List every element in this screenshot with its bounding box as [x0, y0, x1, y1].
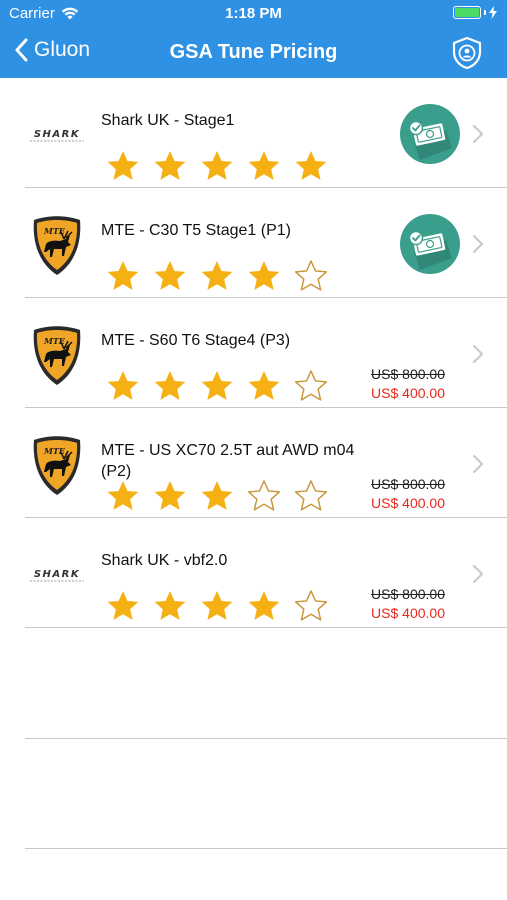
mte-moose-logo: MTE: [33, 326, 81, 385]
price-block: US$ 800.00 US$ 400.00: [371, 365, 445, 403]
star-filled-icon: [107, 480, 139, 510]
brand-logo: SHARK: [25, 544, 89, 608]
original-price: US$ 800.00: [371, 586, 445, 602]
price-block: US$ 800.00 US$ 400.00: [371, 475, 445, 513]
star-outline-icon: [294, 370, 328, 401]
star-filled-icon: [154, 370, 186, 400]
back-label: Gluon: [34, 38, 91, 61]
chevron-right-icon: [473, 565, 483, 583]
tune-title: Shark UK - Stage1: [101, 112, 235, 129]
tune-list: SHARK Shark UK - Stage1 MTE MTE - C30 T5…: [0, 78, 507, 628]
shark-logo: SHARK: [30, 129, 84, 142]
star-filled-icon: [248, 150, 280, 180]
chevron-right-icon: [473, 455, 483, 473]
discounted-price: US$ 400.00: [371, 385, 445, 401]
brand-logo: MTE: [25, 434, 89, 498]
discounted-price: US$ 400.00: [371, 495, 445, 511]
paid-icon: [400, 104, 460, 164]
tune-row[interactable]: MTE MTE - S60 T6 Stage4 (P3) US$ 800.00 U…: [0, 298, 507, 408]
brand-logo: SHARK: [25, 104, 89, 168]
star-filled-icon: [201, 370, 233, 400]
price-block: US$ 800.00 US$ 400.00: [371, 585, 445, 623]
tune-row[interactable]: SHARK Shark UK - vbf2.0 US$ 800.00 US$ 40…: [0, 518, 507, 628]
rating-stars: [105, 479, 329, 512]
tune-title: MTE - S60 T6 Stage4 (P3): [101, 332, 291, 349]
chevron-left-icon: [15, 38, 28, 62]
navigation-bar: Gluon GSA Tune Pricing: [0, 28, 507, 78]
shark-logo: SHARK: [30, 569, 84, 582]
rating-stars: [105, 589, 329, 622]
mte-moose-logo: MTE: [33, 216, 81, 275]
tune-title: Shark UK - vbf2.0: [101, 552, 228, 569]
original-price: US$ 800.00: [371, 476, 445, 492]
rating-stars: [105, 259, 329, 292]
original-price: US$ 800.00: [371, 366, 445, 382]
star-filled-icon: [154, 590, 186, 620]
star-filled-icon: [201, 480, 233, 510]
star-filled-icon: [154, 480, 186, 510]
empty-row-separator: [25, 848, 507, 849]
battery-icon: [453, 6, 497, 19]
chevron-right-icon: [473, 125, 483, 143]
charging-bolt-icon: [489, 6, 497, 19]
back-button[interactable]: Gluon: [14, 38, 90, 62]
star-filled-icon: [107, 370, 139, 400]
star-filled-icon: [201, 260, 233, 290]
svg-text:SHARK: SHARK: [34, 569, 80, 580]
chevron-right-icon: [473, 345, 483, 363]
tune-title: MTE - C30 T5 Stage1 (P1): [101, 222, 291, 239]
star-filled-icon: [154, 150, 186, 180]
star-filled-icon: [248, 370, 280, 400]
star-filled-icon: [201, 590, 233, 620]
brand-logo: MTE: [25, 214, 89, 278]
brand-logo: MTE: [25, 324, 89, 388]
star-filled-icon: [248, 590, 280, 620]
row-separator: [25, 627, 507, 628]
star-filled-icon: [107, 150, 139, 180]
star-filled-icon: [248, 260, 280, 290]
tune-row[interactable]: SHARK Shark UK - Stage1: [0, 78, 507, 188]
star-outline-icon: [294, 480, 328, 511]
clock: 1:18 PM: [225, 5, 282, 22]
status-bar: Carrier 1:18 PM: [0, 0, 507, 28]
star-outline-icon: [247, 480, 281, 511]
discounted-price: US$ 400.00: [371, 605, 445, 621]
rating-stars: [105, 149, 329, 182]
svg-text:SHARK: SHARK: [34, 129, 80, 140]
chevron-right-icon: [473, 235, 483, 253]
rating-stars: [105, 369, 329, 402]
star-filled-icon: [295, 150, 327, 180]
star-filled-icon: [107, 590, 139, 620]
star-filled-icon: [107, 260, 139, 290]
tune-row[interactable]: MTE MTE - US XC70 2.5T aut AWD m04 (P2) …: [0, 408, 507, 518]
paid-icon: [400, 214, 460, 274]
star-filled-icon: [154, 260, 186, 290]
mte-moose-logo: MTE: [33, 436, 81, 495]
star-outline-icon: [294, 260, 328, 291]
tune-title: MTE - US XC70 2.5T aut AWD m04 (P2): [101, 442, 355, 480]
shield-user-icon[interactable]: [451, 36, 483, 70]
empty-row-separator: [25, 738, 507, 739]
tune-row[interactable]: MTE MTE - C30 T5 Stage1 (P1): [0, 188, 507, 298]
star-filled-icon: [201, 150, 233, 180]
star-outline-icon: [294, 590, 328, 621]
